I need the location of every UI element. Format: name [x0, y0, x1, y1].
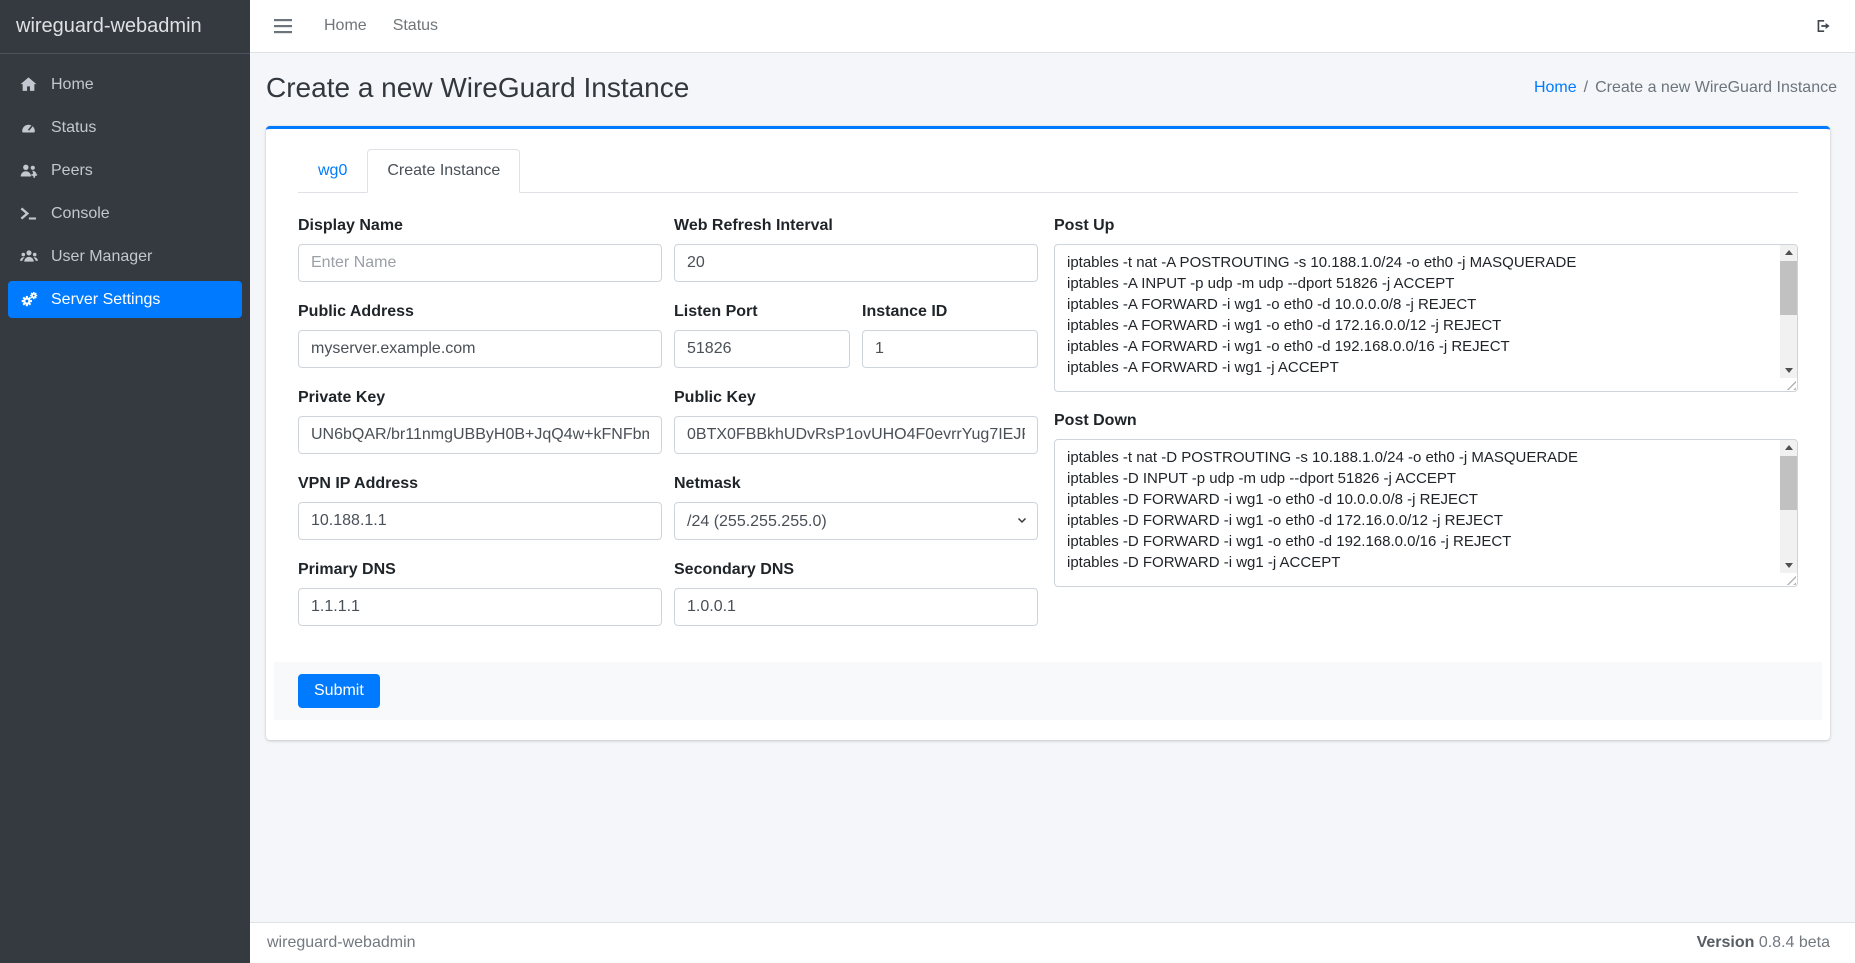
content: Create a new WireGuard Instance Home / Cre…	[250, 53, 1855, 922]
post-up-textarea[interactable]: iptables -t nat -A POSTROUTING -s 10.188…	[1054, 244, 1798, 392]
gauge-icon	[15, 118, 42, 137]
private-key-label: Private Key	[298, 388, 662, 408]
secondary-dns-input[interactable]	[674, 588, 1038, 626]
gears-icon	[15, 290, 42, 309]
sidebar-item-user-manager[interactable]: User Manager	[8, 238, 242, 275]
listen-port-input[interactable]	[674, 330, 850, 368]
instance-id-input[interactable]	[862, 330, 1038, 368]
public-address-input[interactable]	[298, 330, 662, 368]
sidebar: wireguard-webadmin Home Status Peers	[0, 0, 250, 963]
tab-wg0[interactable]: wg0	[298, 149, 367, 192]
sidebar-item-console[interactable]: Console	[8, 195, 242, 232]
navbar-link-status[interactable]: Status	[393, 17, 438, 35]
scroll-up-icon[interactable]	[1780, 440, 1797, 455]
footer-version: Version 0.8.4 beta	[1697, 934, 1830, 952]
submit-strip: Submit	[274, 662, 1822, 720]
content-header: Create a new WireGuard Instance Home / Cre…	[250, 53, 1855, 107]
primary-dns-label: Primary DNS	[298, 560, 662, 580]
sidebar-item-label: Peers	[51, 162, 93, 180]
post-down-scrollbar[interactable]	[1780, 440, 1797, 573]
listen-port-label: Listen Port	[674, 302, 850, 322]
sidebar-item-home[interactable]: Home	[8, 66, 242, 103]
sidebar-item-status[interactable]: Status	[8, 109, 242, 146]
instance-tabs: wg0 Create Instance	[298, 149, 1798, 193]
display-name-label: Display Name	[298, 216, 662, 236]
card-inner: wg0 Create Instance Display Name	[274, 149, 1822, 626]
users-icon	[15, 247, 42, 266]
secondary-dns-label: Secondary DNS	[674, 560, 1038, 580]
netmask-select[interactable]: /24 (255.255.255.0)	[674, 502, 1038, 540]
users-gear-icon	[15, 161, 42, 180]
sidebar-item-label: Server Settings	[51, 291, 160, 309]
netmask-label: Netmask	[674, 474, 1038, 494]
footer-brand: wireguard-webadmin	[267, 934, 416, 952]
sidebar-nav: Home Status Peers Console	[0, 54, 250, 336]
web-refresh-interval-input[interactable]	[674, 244, 1038, 282]
post-down-label: Post Down	[1054, 411, 1798, 431]
public-key-label: Public Key	[674, 388, 1038, 408]
page-footer: wireguard-webadmin Version 0.8.4 beta	[250, 922, 1855, 963]
sidebar-item-peers[interactable]: Peers	[8, 152, 242, 189]
home-icon	[15, 75, 42, 94]
instance-card: wg0 Create Instance Display Name	[266, 126, 1830, 740]
form-right: Post Up iptables -t nat -A POSTROUTING -…	[1054, 216, 1798, 626]
page-title: Create a new WireGuard Instance	[266, 69, 689, 107]
instance-form: Display Name Web Refresh Interval	[298, 216, 1798, 626]
breadcrumb-current: Create a new WireGuard Instance	[1595, 79, 1837, 96]
navbar-link-home[interactable]: Home	[324, 17, 367, 35]
sidebar-item-label: Console	[51, 205, 110, 223]
app-layout: wireguard-webadmin Home Status Peers	[0, 0, 1855, 963]
sidebar-item-label: Home	[51, 76, 94, 94]
terminal-icon	[15, 204, 42, 223]
footer-version-label: Version	[1697, 934, 1755, 951]
scroll-down-icon[interactable]	[1780, 558, 1797, 573]
breadcrumb-home-link[interactable]: Home	[1534, 79, 1577, 96]
sidebar-item-label: Status	[51, 119, 96, 137]
public-key-input[interactable]	[674, 416, 1038, 454]
primary-dns-input[interactable]	[298, 588, 662, 626]
tab-create-instance[interactable]: Create Instance	[367, 149, 520, 193]
scroll-down-icon[interactable]	[1780, 363, 1797, 378]
hamburger-icon[interactable]	[268, 14, 298, 38]
vpn-ip-input[interactable]	[298, 502, 662, 540]
post-up-scrollbar[interactable]	[1780, 245, 1797, 378]
scroll-up-icon[interactable]	[1780, 245, 1797, 260]
scrollbar-thumb[interactable]	[1780, 456, 1797, 510]
display-name-input[interactable]	[298, 244, 662, 282]
public-address-label: Public Address	[298, 302, 662, 322]
sidebar-item-server-settings[interactable]: Server Settings	[8, 281, 242, 318]
submit-button[interactable]: Submit	[298, 674, 380, 708]
private-key-input[interactable]	[298, 416, 662, 454]
footer-version-value: 0.8.4 beta	[1759, 934, 1830, 951]
top-navbar: Home Status	[250, 0, 1855, 53]
main-area: Home Status Create a new WireGuard Insta…	[250, 0, 1855, 963]
post-down-textarea[interactable]: iptables -t nat -D POSTROUTING -s 10.188…	[1054, 439, 1798, 587]
form-left: Display Name Web Refresh Interval	[298, 216, 1038, 626]
web-refresh-interval-label: Web Refresh Interval	[674, 216, 1038, 236]
vpn-ip-label: VPN IP Address	[298, 474, 662, 494]
post-up-label: Post Up	[1054, 216, 1798, 236]
sidebar-item-label: User Manager	[51, 248, 152, 266]
breadcrumb: Home / Create a new WireGuard Instance	[1534, 79, 1837, 97]
logout-icon[interactable]	[1809, 13, 1837, 39]
instance-id-label: Instance ID	[862, 302, 1038, 322]
breadcrumb-separator: /	[1584, 79, 1588, 96]
brand-title[interactable]: wireguard-webadmin	[0, 0, 250, 54]
scrollbar-thumb[interactable]	[1780, 261, 1797, 315]
